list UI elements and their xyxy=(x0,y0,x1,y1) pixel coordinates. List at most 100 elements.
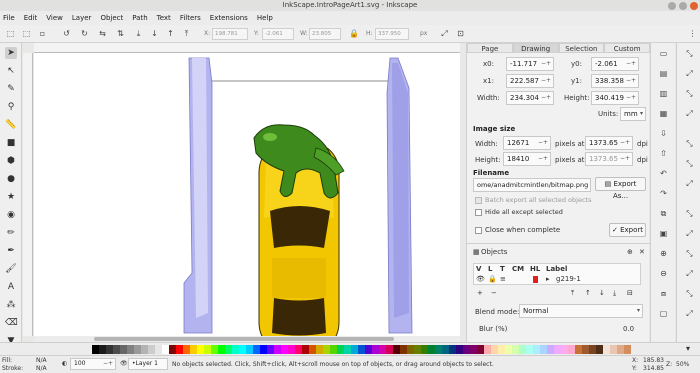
rectangle-tool-icon[interactable]: ■ xyxy=(5,137,17,149)
lower-to-bottom-icon[interactable]: ⤓ xyxy=(134,29,143,38)
lock-icon[interactable]: 🔒 xyxy=(488,275,497,283)
pen-tool-icon[interactable]: ✒ xyxy=(5,245,17,257)
new-document-icon[interactable]: ▭ xyxy=(658,48,669,59)
width-field[interactable]: 234.304 −+ xyxy=(506,91,554,105)
maximize-button[interactable] xyxy=(679,2,687,10)
export-as-button[interactable]: ▤ Export As... xyxy=(595,177,646,200)
color-swatch[interactable] xyxy=(176,345,183,354)
blur-value[interactable]: 0.0 xyxy=(623,325,634,333)
color-swatch[interactable] xyxy=(477,345,484,354)
color-swatch[interactable] xyxy=(589,345,596,354)
color-swatch[interactable] xyxy=(519,345,526,354)
color-swatch[interactable] xyxy=(281,345,288,354)
move-down-icon[interactable]: ↓ xyxy=(599,289,605,297)
color-swatch[interactable] xyxy=(596,345,603,354)
color-swatch[interactable] xyxy=(624,345,631,354)
color-swatch[interactable] xyxy=(134,345,141,354)
palette-menu-icon[interactable]: ▾ xyxy=(686,344,690,353)
color-swatch[interactable] xyxy=(183,345,190,354)
selector-tool-icon[interactable]: ➤ xyxy=(5,47,17,59)
menu-file[interactable]: File xyxy=(3,14,15,22)
tab-drawing[interactable]: Drawing xyxy=(512,43,559,53)
color-swatch[interactable] xyxy=(316,345,323,354)
node-tool-icon[interactable]: ↖ xyxy=(5,65,17,77)
vertical-ruler[interactable] xyxy=(23,53,33,336)
undo-icon[interactable]: ↶ xyxy=(658,168,669,179)
color-swatch[interactable] xyxy=(197,345,204,354)
menu-extensions[interactable]: Extensions xyxy=(210,14,248,22)
filename-input[interactable]: ome/anadmitcmintlen/bitmap.png xyxy=(473,178,591,192)
ellipse-tool-icon[interactable]: ● xyxy=(5,173,17,185)
color-swatch[interactable] xyxy=(190,345,197,354)
color-swatch[interactable] xyxy=(246,345,253,354)
color-swatch[interactable] xyxy=(218,345,225,354)
eye-icon[interactable]: 👁 xyxy=(120,360,128,367)
color-swatch[interactable] xyxy=(99,345,106,354)
color-swatch[interactable] xyxy=(575,345,582,354)
color-swatch[interactable] xyxy=(435,345,442,354)
color-swatch[interactable] xyxy=(526,345,533,354)
color-swatch[interactable] xyxy=(582,345,589,354)
select-all-layers-icon[interactable]: ⬚ xyxy=(22,29,31,38)
zoom-drawing-icon[interactable]: ⊖ xyxy=(658,268,669,279)
objects-list[interactable]: V L T CM HL Label 👁 🔒 ≡ ▸ g219-1 xyxy=(473,263,641,285)
color-swatch[interactable] xyxy=(617,345,624,354)
color-swatch[interactable] xyxy=(288,345,295,354)
img-width-field[interactable]: 12671 −+ xyxy=(503,136,551,150)
snap-smooth-icon[interactable]: ⤢ xyxy=(684,228,695,239)
object-row[interactable]: 👁 🔒 ≡ ▸ g219-1 xyxy=(474,275,640,285)
expand-icon[interactable]: ▸ xyxy=(546,275,550,283)
move-to-top-icon[interactable]: ⤒ xyxy=(571,289,574,298)
color-swatch[interactable] xyxy=(561,345,568,354)
object-label[interactable]: g219-1 xyxy=(556,275,581,283)
duplicate-icon[interactable]: ⧈ xyxy=(658,288,669,299)
x0-field[interactable]: -11.717 −+ xyxy=(506,57,554,71)
tab-selection[interactable]: Selection xyxy=(558,43,605,53)
collapse-all-icon[interactable]: ⊟ xyxy=(627,289,633,297)
color-swatch[interactable] xyxy=(155,345,162,354)
color-swatch[interactable] xyxy=(484,345,491,354)
layer-select[interactable]: •Layer 1 xyxy=(128,358,168,370)
hide-all-checkbox[interactable] xyxy=(475,209,482,216)
snap-nodes-icon[interactable]: ⤡ xyxy=(684,158,695,169)
snap-bbox-icon[interactable]: ⤢ xyxy=(684,68,695,79)
color-swatch[interactable] xyxy=(295,345,302,354)
color-swatch[interactable] xyxy=(141,345,148,354)
color-swatch[interactable] xyxy=(610,345,617,354)
rotate-ccw-icon[interactable]: ↺ xyxy=(62,29,71,38)
color-swatch[interactable] xyxy=(568,345,575,354)
text-tool-icon[interactable]: A xyxy=(5,281,17,293)
color-swatch[interactable] xyxy=(372,345,379,354)
open-icon[interactable]: ▤ xyxy=(658,68,669,79)
rotate-cw-icon[interactable]: ↻ xyxy=(80,29,89,38)
color-swatch[interactable] xyxy=(148,345,155,354)
menu-filters[interactable]: Filters xyxy=(180,14,201,22)
color-swatch[interactable] xyxy=(92,345,99,354)
color-swatch[interactable] xyxy=(106,345,113,354)
calligraphy-tool-icon[interactable]: 🖌 xyxy=(5,263,17,275)
color-swatch[interactable] xyxy=(365,345,372,354)
snap-corners-icon[interactable]: ⤢ xyxy=(684,108,695,119)
import-icon[interactable]: ⇩ xyxy=(658,128,669,139)
color-swatch[interactable] xyxy=(225,345,232,354)
x-field[interactable]: 198.781 xyxy=(212,28,248,40)
menu-text[interactable]: Text xyxy=(157,14,171,22)
opacity-field[interactable]: 100 −+ xyxy=(70,358,116,370)
menu-object[interactable]: Object xyxy=(100,14,123,22)
snap-midpoints-icon[interactable]: ⤡ xyxy=(684,138,695,149)
menu-view[interactable]: View xyxy=(46,14,63,22)
color-swatch[interactable] xyxy=(386,345,393,354)
img-height-field[interactable]: 18410 −+ xyxy=(503,152,551,166)
lock-ratio-icon[interactable]: 🔒 xyxy=(349,29,359,38)
measure-tool-icon[interactable]: 📏 xyxy=(5,119,17,131)
transform-toggle-icon[interactable]: ⊡ xyxy=(456,29,465,38)
color-swatch[interactable] xyxy=(414,345,421,354)
eraser-tool-icon[interactable]: ⌫ xyxy=(5,317,18,329)
color-swatch[interactable] xyxy=(113,345,120,354)
tab-page[interactable]: Page xyxy=(467,43,513,53)
print-icon[interactable]: ▦ xyxy=(658,108,669,119)
paste-icon[interactable]: ▣ xyxy=(658,228,669,239)
horizontal-ruler[interactable] xyxy=(34,43,460,53)
color-swatch[interactable] xyxy=(421,345,428,354)
visible-eye-icon[interactable]: 👁 xyxy=(476,275,485,283)
